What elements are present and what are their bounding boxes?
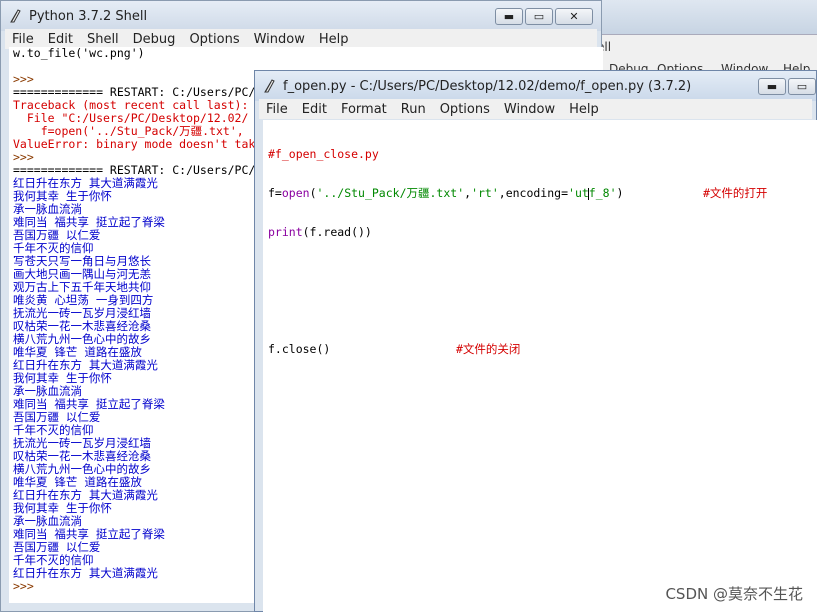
csdn-watermark: CSDN @莫奈不生花 xyxy=(665,585,803,603)
editor-minimize-button[interactable]: ▬ xyxy=(758,78,786,95)
editor-maximize-button[interactable]: ▭ xyxy=(788,78,816,95)
shell-menu-options[interactable]: Options xyxy=(182,32,246,47)
shell-menu-help[interactable]: Help xyxy=(312,32,356,47)
editor-menu-edit[interactable]: Edit xyxy=(295,102,334,117)
minimize-icon: ▬ xyxy=(766,80,778,93)
code-comment-open: #文件的打开 xyxy=(703,186,768,200)
maximize-icon: ▭ xyxy=(796,80,808,93)
maximize-icon: ▭ xyxy=(533,10,545,23)
code-line-comment: #f_open_close.py xyxy=(268,147,379,161)
close-icon: ✕ xyxy=(569,10,579,23)
shell-titlebar[interactable]: Python 3.7.2 Shell ▬ ▭ ✕ xyxy=(1,1,601,31)
editor-menubar: File Edit Format Run Options Window Help xyxy=(259,99,812,119)
editor-menu-format[interactable]: Format xyxy=(334,102,394,117)
editor-title: f_open.py - C:/Users/PC/Desktop/12.02/de… xyxy=(283,79,692,94)
editor-window[interactable]: f_open.py - C:/Users/PC/Desktop/12.02/de… xyxy=(254,70,817,612)
shell-menu-window[interactable]: Window xyxy=(247,32,312,47)
code-token: f= xyxy=(268,186,282,200)
maximize-button[interactable]: ▭ xyxy=(525,8,553,25)
code-token: ,encoding= xyxy=(498,186,569,200)
shell-menubar: File Edit Shell Debug Options Window Hel… xyxy=(5,29,597,49)
code-string-mode: 'rt' xyxy=(471,186,499,200)
editor-window-controls: ▬ ▭ xyxy=(758,78,816,95)
minimize-icon: ▬ xyxy=(503,10,515,23)
shell-title: Python 3.7.2 Shell xyxy=(29,9,148,24)
code-builtin-print: print xyxy=(268,225,303,239)
shell-window-controls: ▬ ▭ ✕ xyxy=(495,8,593,25)
editor-menu-window[interactable]: Window xyxy=(497,102,562,117)
minimize-button[interactable]: ▬ xyxy=(495,8,523,25)
shell-menu-edit[interactable]: Edit xyxy=(41,32,80,47)
close-button[interactable]: ✕ xyxy=(555,8,593,25)
code-builtin-open: open xyxy=(281,186,310,200)
code-token: (f.read()) xyxy=(302,225,372,239)
code-line-close: f.close() #文件的关闭 xyxy=(268,343,817,356)
editor-menu-file[interactable]: File xyxy=(259,102,295,117)
code-line-print: print(f.read()) xyxy=(268,226,817,239)
code-string-path: '../Stu_Pack/万疆.txt' xyxy=(316,186,465,200)
editor-menu-run[interactable]: Run xyxy=(394,102,433,117)
background-window-titlebar xyxy=(595,0,817,35)
shell-menu-file[interactable]: File xyxy=(5,32,41,47)
code-token: ( xyxy=(309,186,317,200)
code-close: f.close() xyxy=(268,342,331,356)
code-comment-close: #文件的关闭 xyxy=(456,342,521,356)
code-token: ) xyxy=(616,186,624,200)
code-line-open: f=open('../Stu_Pack/万疆.txt','rt',encodin… xyxy=(268,187,817,200)
editor-titlebar[interactable]: f_open.py - C:/Users/PC/Desktop/12.02/de… xyxy=(255,71,816,101)
shell-menu-debug[interactable]: Debug xyxy=(126,32,183,47)
shell-output-line: w.to_file('wc.png') xyxy=(13,47,145,60)
shell-menu-shell[interactable]: Shell xyxy=(80,32,126,47)
python-feather-icon xyxy=(264,79,275,93)
editor-menu-options[interactable]: Options xyxy=(433,102,497,117)
editor-menu-help[interactable]: Help xyxy=(562,102,606,117)
code-string-encoding-rest: f_8' xyxy=(588,186,617,200)
code-string-encoding: 'ut xyxy=(568,186,589,200)
python-feather-icon xyxy=(10,9,21,23)
editor-code-area[interactable]: #f_open_close.py f=open('../Stu_Pack/万疆.… xyxy=(263,120,817,612)
